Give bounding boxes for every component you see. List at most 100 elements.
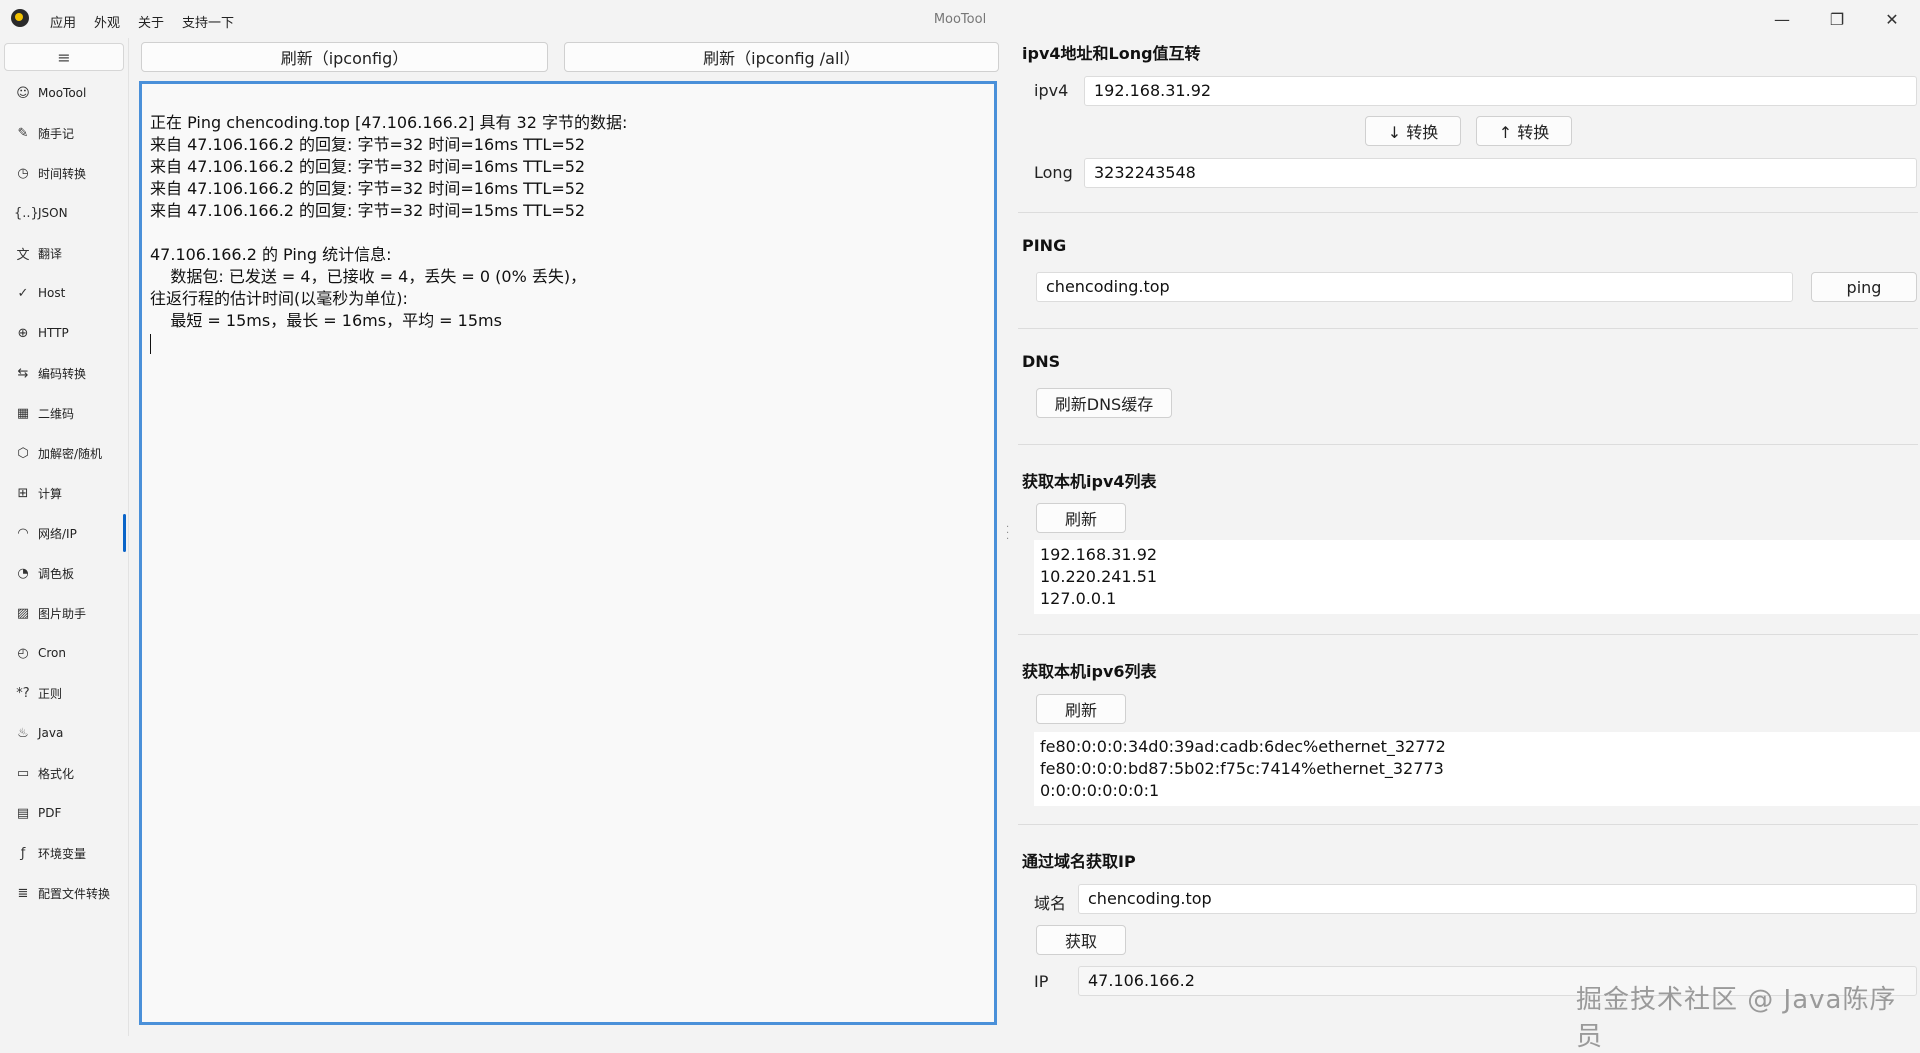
sidebar-item-json[interactable]: {..} JSON <box>14 201 124 225</box>
convert-down-button[interactable]: ↓ 转换 <box>1365 116 1461 146</box>
sidebar-item-label: Cron <box>38 646 66 660</box>
close-button[interactable]: ✕ <box>1865 0 1919 38</box>
sidebar-item-label: 环境变量 <box>38 846 87 861</box>
sidebar-item-time[interactable]: ◷ 时间转换 <box>14 161 124 185</box>
active-indicator <box>123 514 126 552</box>
sidebar-item-label: 图片助手 <box>38 606 87 621</box>
sidebar: ≡ ☺ MooTool ✎ 随手记 ◷ 时间转换 {..} JSON 文翻译 ✓ Host ⊕ HTTP… <box>0 38 129 1036</box>
resolve-button[interactable]: 获取 <box>1036 925 1126 955</box>
minimize-button[interactable]: — <box>1755 0 1809 38</box>
sidebar-item-notes[interactable]: ✎ 随手记 <box>14 121 124 145</box>
config-icon: ≣ <box>17 885 29 901</box>
convert-up-button[interactable]: ↑ 转换 <box>1476 116 1572 146</box>
http-icon: ⊕ <box>17 325 29 341</box>
maximize-button[interactable]: ❐ <box>1810 0 1864 38</box>
sidebar-item-label: 翻译 <box>38 246 63 261</box>
refresh-ipconfig-button[interactable]: 刷新（ipconfig） <box>141 42 548 72</box>
sidebar-item-label: 格式化 <box>38 766 75 781</box>
menu-appearance[interactable]: 外观 <box>94 12 120 31</box>
sidebar-item-label: Java <box>38 726 64 740</box>
divider <box>1018 444 1918 445</box>
sidebar-item-translate[interactable]: 文翻译 <box>14 241 124 265</box>
splitter-handle[interactable]: · · · <box>1006 523 1010 545</box>
title-bar: 应用 外观 关于 支持一下 MooTool — ❐ ✕ <box>0 0 1920 38</box>
sidebar-item-format[interactable]: ▭ 格式化 <box>14 761 124 785</box>
notes-icon: ✎ <box>17 125 29 141</box>
sidebar-item-mootool[interactable]: ☺ MooTool <box>14 81 124 105</box>
long-input[interactable]: 3232243548 <box>1084 158 1917 188</box>
sidebar-item-label: 配置文件转换 <box>38 886 111 901</box>
sidebar-item-java[interactable]: ♨ Java <box>14 721 124 745</box>
calc-icon: ⊞ <box>17 485 29 501</box>
ipv4-label: ipv4 <box>1034 81 1069 100</box>
ipv4-input[interactable]: 192.168.31.92 <box>1084 76 1917 106</box>
sidebar-item-crypto[interactable]: ⬡ 加解密/随机 <box>14 441 124 465</box>
menu-support[interactable]: 支持一下 <box>182 12 234 31</box>
sidebar-item-label: 计算 <box>38 486 63 501</box>
json-icon: {..} <box>14 205 39 221</box>
sidebar-item-palette[interactable]: ◔ 调色板 <box>14 561 124 585</box>
domain-label: 域名 <box>1034 894 1067 913</box>
time-icon: ◷ <box>17 165 29 181</box>
refresh-ipv6-button[interactable]: 刷新 <box>1036 694 1126 724</box>
list-item: fe80:0:0:0:bd87:5b02:f75c:7414%ethernet_… <box>1040 759 1444 778</box>
watermark: 掘金技术社区 @ Java陈序员 <box>1576 985 1897 1052</box>
sidebar-item-label: MooTool <box>38 86 87 100</box>
sidebar-item-http[interactable]: ⊕ HTTP <box>14 321 124 345</box>
palette-icon: ◔ <box>17 565 29 581</box>
ping-host-input[interactable]: chencoding.top <box>1036 272 1793 302</box>
window-title: MooTool <box>933 12 987 27</box>
text-caret <box>150 333 151 354</box>
sidebar-item-host[interactable]: ✓ Host <box>14 281 124 305</box>
sidebar-item-env[interactable]: ƒ 环境变量 <box>14 841 124 865</box>
menu-bar: 应用 外观 关于 支持一下 <box>50 12 234 31</box>
list-item: 0:0:0:0:0:0:0:1 <box>1040 781 1160 800</box>
long-label: Long <box>1034 163 1073 182</box>
regex-icon: *? <box>16 685 30 701</box>
crypto-icon: ⬡ <box>17 445 29 461</box>
output-text: 正在 Ping chencoding.top [47.106.166.2] 具有… <box>150 113 628 330</box>
app-logo <box>11 9 29 27</box>
sidebar-item-pdf[interactable]: ▤ PDF <box>14 801 124 825</box>
sidebar-item-label: 随手记 <box>38 126 75 141</box>
divider <box>1018 824 1918 825</box>
menu-about[interactable]: 关于 <box>138 12 164 31</box>
sidebar-item-encoding[interactable]: ⇆ 编码转换 <box>14 361 124 385</box>
ip-label: IP <box>1034 972 1049 991</box>
sidebar-item-label: HTTP <box>38 326 69 340</box>
ipv6-list[interactable]: fe80:0:0:0:34d0:39ad:cadb:6dec%ethernet_… <box>1034 732 1920 806</box>
domain-input[interactable]: chencoding.top <box>1078 884 1917 914</box>
divider <box>1018 212 1918 213</box>
menu-toggle-button[interactable]: ≡ <box>4 43 124 71</box>
sidebar-item-calc[interactable]: ⊞ 计算 <box>14 481 124 505</box>
sidebar-item-cron[interactable]: ◴ Cron <box>14 641 124 665</box>
sidebar-item-label: 二维码 <box>38 406 75 421</box>
menu-app[interactable]: 应用 <box>50 12 76 31</box>
refresh-ipv4-button[interactable]: 刷新 <box>1036 503 1126 533</box>
mootool-icon: ☺ <box>16 85 30 101</box>
sidebar-item-network[interactable]: ◠ 网络/IP <box>14 521 124 545</box>
sidebar-item-label: 时间转换 <box>38 166 87 181</box>
sidebar-item-label: PDF <box>38 806 62 820</box>
ipv4-list[interactable]: 192.168.31.92 10.220.241.51 127.0.0.1 <box>1034 540 1920 614</box>
network-icon: ◠ <box>17 525 29 541</box>
ping-button[interactable]: ping <box>1811 272 1917 302</box>
sidebar-item-regex[interactable]: *? 正则 <box>14 681 124 705</box>
host-icon: ✓ <box>17 285 29 301</box>
ipv4-convert-title: ipv4地址和Long值互转 <box>1022 44 1201 63</box>
java-icon: ♨ <box>17 725 29 741</box>
sidebar-item-image[interactable]: ▨ 图片助手 <box>14 601 124 625</box>
sidebar-item-qrcode[interactable]: ▦ 二维码 <box>14 401 124 425</box>
divider <box>1018 328 1918 329</box>
flush-dns-button[interactable]: 刷新DNS缓存 <box>1036 388 1172 418</box>
sidebar-item-label: 调色板 <box>38 566 75 581</box>
list-item: 10.220.241.51 <box>1040 567 1158 586</box>
hamburger-icon: ≡ <box>57 47 71 67</box>
refresh-ipconfig-all-button[interactable]: 刷新（ipconfig /all） <box>564 42 999 72</box>
sidebar-item-config[interactable]: ≣ 配置文件转换 <box>14 881 124 905</box>
ipv6-list-title: 获取本机ipv6列表 <box>1022 662 1157 681</box>
image-icon: ▨ <box>16 605 30 621</box>
sidebar-item-label: 正则 <box>38 686 63 701</box>
translate-icon: 文 <box>16 247 30 263</box>
command-output[interactable]: 正在 Ping chencoding.top [47.106.166.2] 具有… <box>139 81 997 1025</box>
